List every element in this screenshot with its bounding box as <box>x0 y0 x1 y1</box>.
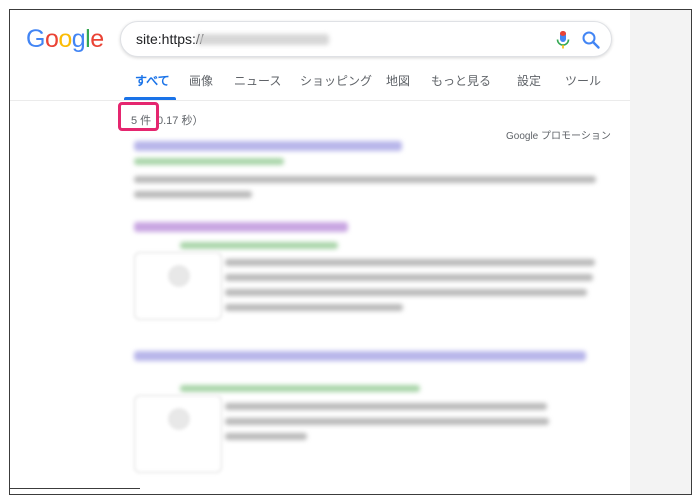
result-thumbnail-blurred <box>134 252 222 320</box>
result-url-blurred <box>134 158 284 165</box>
result-snippet-blurred <box>134 176 596 183</box>
result-snippet-blurred <box>225 403 547 410</box>
result-snippet-blurred <box>225 418 549 425</box>
search-tabs: すべて 画像 ニュース ショッピング 地図 もっと見る 設定 ツール <box>10 72 630 100</box>
logo-letter: o <box>58 25 72 53</box>
result-title-blurred <box>134 141 402 151</box>
logo-letter: g <box>71 25 86 53</box>
browser-frame: Google site:https:// すべて 画像 ニュース ショッピング … <box>9 9 692 495</box>
highlight-box <box>118 102 159 131</box>
logo-letter: e <box>90 25 104 53</box>
result-snippet-blurred <box>225 304 403 311</box>
search-query-text[interactable]: site:https:// <box>136 31 204 47</box>
side-panel <box>630 10 691 494</box>
divider <box>10 488 140 489</box>
search-icon[interactable] <box>581 30 601 50</box>
result-title-blurred <box>134 351 586 361</box>
result-time: 0.17 秒） <box>157 115 204 127</box>
tab-news[interactable]: ニュース <box>234 72 281 89</box>
result-snippet-blurred <box>225 289 587 296</box>
result-snippet-blurred <box>225 433 307 440</box>
blurred-query-domain <box>197 34 329 45</box>
tab-all[interactable]: すべて <box>135 72 170 89</box>
logo-letter: o <box>44 25 59 53</box>
logo-letter: G <box>26 25 45 53</box>
mic-icon[interactable] <box>554 30 572 50</box>
search-box[interactable]: site:https:// <box>120 21 612 57</box>
tab-images[interactable]: 画像 <box>189 72 213 89</box>
tab-tools[interactable]: ツール <box>565 72 601 89</box>
tab-shopping[interactable]: ショッピング <box>300 72 372 89</box>
google-promotion-label: Google プロモーション <box>506 131 611 142</box>
tab-settings[interactable]: 設定 <box>517 72 541 89</box>
tab-maps[interactable]: 地図 <box>386 72 410 89</box>
result-snippet-blurred <box>134 191 252 198</box>
result-url-blurred <box>180 385 420 392</box>
tab-more[interactable]: もっと見る <box>431 72 491 89</box>
result-snippet-blurred <box>225 274 593 281</box>
google-logo[interactable]: Google <box>26 25 104 54</box>
result-url-blurred <box>180 242 338 249</box>
result-title-blurred <box>134 222 348 232</box>
result-thumbnail-blurred <box>134 395 222 473</box>
result-snippet-blurred <box>225 259 595 266</box>
tabs-divider <box>10 100 630 101</box>
